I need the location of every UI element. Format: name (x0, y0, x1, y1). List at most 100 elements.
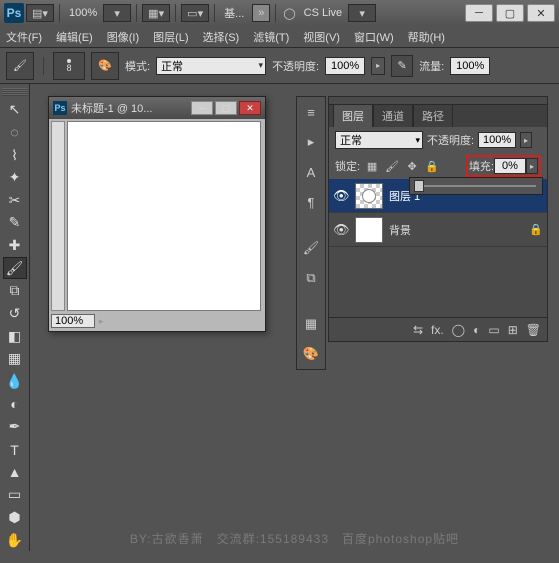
layer-name[interactable]: 背景 (389, 222, 411, 238)
lock-position-icon[interactable]: ✥ (404, 158, 420, 174)
tablet-opacity-icon[interactable]: ✎ (391, 55, 413, 77)
menu-file[interactable]: 文件(F) (6, 29, 42, 45)
cslive-icon: ◯ (283, 7, 295, 20)
opacity-input[interactable]: 100% (325, 57, 365, 75)
lock-transparency-icon[interactable]: ▦ (364, 158, 380, 174)
3d-tool[interactable]: ⬢ (3, 507, 27, 529)
doc-zoom-input[interactable]: 100% (51, 314, 95, 328)
menu-help[interactable]: 帮助(H) (408, 29, 445, 45)
swatches-panel-icon[interactable]: ▦ (300, 313, 322, 335)
lock-label: 锁定: (335, 158, 360, 174)
arrange-dropdown[interactable]: ▦▾ (142, 4, 170, 22)
path-select-tool[interactable]: ▲ (3, 461, 27, 483)
lock-all-icon[interactable]: 🔒 (424, 158, 440, 174)
cslive-dropdown[interactable]: ▾ (348, 4, 376, 22)
layers-panel: 图层 通道 路径 正常 不透明度: 100% ▸ 锁定: ▦ 🖌 ✥ 🔒 填充:… (328, 96, 548, 342)
history-panel-icon[interactable]: ≡ (300, 101, 322, 123)
fill-arrow[interactable]: ▸ (526, 158, 538, 174)
document-titlebar[interactable]: Ps 未标题-1 @ 10... ─ ▢ ✕ (49, 97, 265, 119)
workspace-label[interactable]: 基... (220, 5, 248, 21)
brush-tool[interactable]: 🖌 (3, 257, 27, 279)
eyedropper-tool[interactable]: ✎ (3, 212, 27, 234)
dodge-tool[interactable]: ◐ (3, 393, 27, 415)
menu-select[interactable]: 选择(S) (203, 29, 240, 45)
fill-slider-thumb[interactable] (414, 180, 424, 192)
visibility-icon[interactable]: 👁 (333, 222, 349, 238)
menu-layer[interactable]: 图层(L) (153, 29, 188, 45)
doc-maximize-button[interactable]: ▢ (215, 101, 237, 115)
layer-mask-icon[interactable]: ◯ (452, 323, 465, 337)
brush-preset-picker[interactable]: 8 (53, 52, 85, 80)
visibility-icon[interactable]: 👁 (333, 188, 349, 204)
tab-channels[interactable]: 通道 (373, 104, 413, 127)
maximize-button[interactable]: ▢ (496, 4, 524, 22)
quick-select-tool[interactable]: ✦ (3, 167, 27, 189)
menu-window[interactable]: 窗口(W) (354, 29, 394, 45)
canvas-area: Ps 未标题-1 @ 10... ─ ▢ ✕ 100% ▸ ≡ ▸ A ¶ 🖌 (30, 84, 559, 551)
menu-edit[interactable]: 编辑(E) (56, 29, 93, 45)
mini-panels-dock: ≡ ▸ A ¶ 🖌 ⧉ ▦ 🎨 (296, 96, 326, 370)
history-brush-tool[interactable]: ↺ (3, 303, 27, 325)
blend-mode-select[interactable]: 正常 (156, 57, 266, 75)
canvas[interactable] (67, 121, 261, 311)
brushes-panel-icon[interactable]: 🖌 (300, 237, 322, 259)
link-layers-icon[interactable]: ⇆ (413, 323, 423, 337)
clone-panel-icon[interactable]: ⧉ (300, 267, 322, 289)
layer-opacity-arrow[interactable]: ▸ (520, 132, 532, 148)
stamp-tool[interactable]: ⧉ (3, 280, 27, 302)
close-button[interactable]: ✕ (527, 4, 555, 22)
doc-close-button[interactable]: ✕ (239, 101, 261, 115)
expand-button[interactable]: » (252, 4, 270, 22)
healing-tool[interactable]: ✚ (3, 235, 27, 257)
paragraph-panel-icon[interactable]: ¶ (300, 191, 322, 213)
actions-panel-icon[interactable]: ▸ (300, 131, 322, 153)
shape-tool[interactable]: ▭ (3, 484, 27, 506)
tab-layers[interactable]: 图层 (333, 104, 373, 127)
fill-label: 填充: (469, 158, 494, 174)
new-layer-icon[interactable]: ⊞ (508, 323, 518, 337)
menu-image[interactable]: 图像(I) (107, 29, 139, 45)
tool-preset-icon[interactable]: 🖌 (6, 52, 34, 80)
group-icon[interactable]: ▭ (488, 323, 499, 337)
styles-panel-icon[interactable]: 🎨 (300, 343, 322, 365)
delete-layer-icon[interactable]: 🗑 (526, 323, 541, 337)
eraser-tool[interactable]: ◧ (3, 325, 27, 347)
brush-panel-toggle[interactable]: 🎨 (91, 52, 119, 80)
layer-opacity-input[interactable]: 100% (478, 132, 516, 148)
layer-thumbnail[interactable] (355, 183, 383, 209)
marquee-tool[interactable]: ◌ (3, 122, 27, 144)
layer-style-icon[interactable]: fx. (431, 323, 444, 337)
fill-slider-popup[interactable] (409, 177, 543, 195)
toolbox-grip[interactable] (2, 88, 28, 96)
menu-filter[interactable]: 滤镜(T) (253, 29, 289, 45)
type-tool[interactable]: T (3, 439, 27, 461)
layer-thumbnail[interactable] (355, 217, 383, 243)
hand-tool[interactable]: ✋ (3, 529, 27, 551)
mode-label: 模式: (125, 58, 150, 74)
menu-view[interactable]: 视图(V) (303, 29, 340, 45)
fill-input[interactable]: 0% (494, 158, 526, 174)
layer-blend-select[interactable]: 正常 (335, 131, 423, 149)
minimize-button[interactable]: ─ (465, 4, 493, 22)
move-tool[interactable]: ↖ (3, 99, 27, 121)
flow-input[interactable]: 100% (450, 57, 490, 75)
pen-tool[interactable]: ✒ (3, 416, 27, 438)
adjustment-layer-icon[interactable]: ◐ (473, 323, 480, 337)
crop-tool[interactable]: ✂ (3, 190, 27, 212)
layer-item[interactable]: 👁 背景 🔒 (329, 213, 547, 247)
properties-panel-icon[interactable]: A (300, 161, 322, 183)
doc-minimize-button[interactable]: ─ (191, 101, 213, 115)
blur-tool[interactable]: 💧 (3, 371, 27, 393)
screen-mode-dropdown[interactable]: ▭▾ (181, 4, 209, 22)
tab-paths[interactable]: 路径 (413, 104, 453, 127)
bridge-dropdown[interactable]: ▤▾ (26, 4, 54, 22)
gradient-tool[interactable]: ▦ (3, 348, 27, 370)
lock-pixels-icon[interactable]: 🖌 (384, 158, 400, 174)
zoom-dropdown[interactable]: ▾ (103, 4, 131, 22)
doc-info-icon[interactable]: ▸ (99, 316, 104, 327)
cslive-label[interactable]: CS Live (300, 7, 347, 19)
lasso-tool[interactable]: ⌇ (3, 144, 27, 166)
zoom-display[interactable]: 100% (65, 7, 101, 19)
opacity-slider-button[interactable]: ▸ (371, 57, 385, 75)
fill-slider-track[interactable] (416, 185, 536, 187)
